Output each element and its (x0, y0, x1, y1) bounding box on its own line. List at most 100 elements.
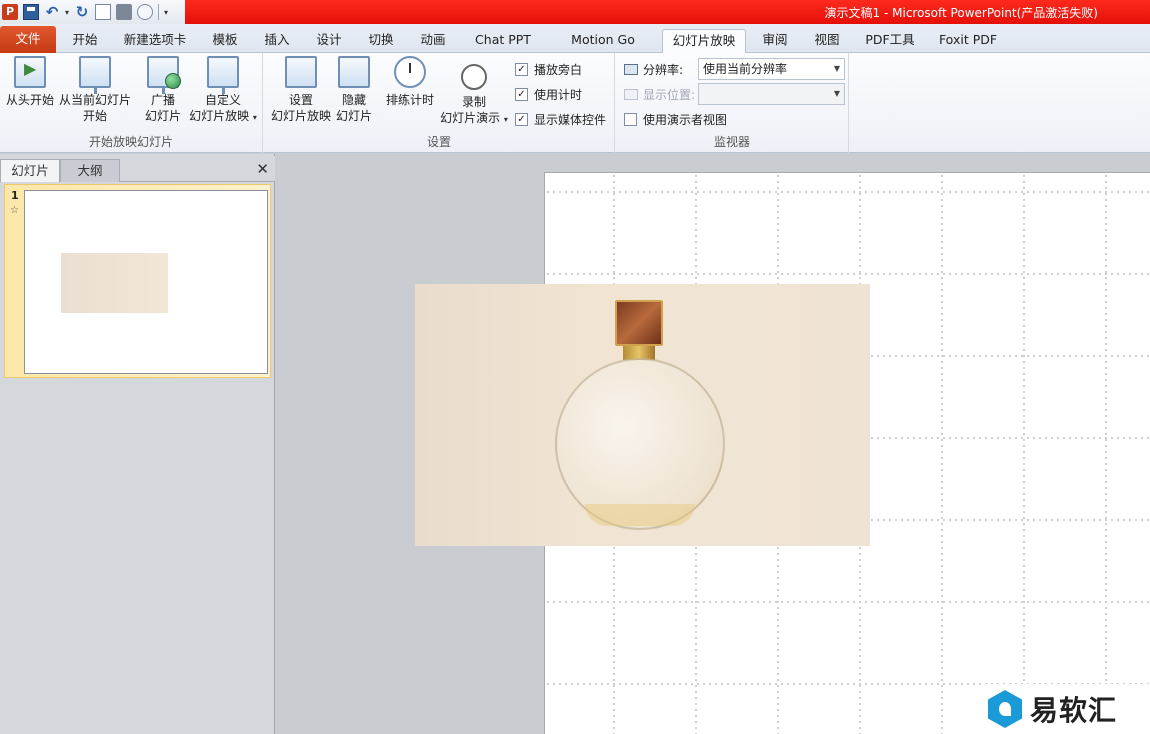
play-narrations-label: 播放旁白 (534, 63, 583, 77)
close-icon[interactable]: ✕ (256, 160, 269, 178)
group-start-slideshow: 从头开始 从当前幻灯片 开始 广播 幻灯片 自定义 幻灯片放映 ▾ 开始放映幻灯… (0, 53, 263, 153)
tab-slideshow[interactable]: 幻灯片放映 (662, 29, 746, 54)
from-beginning-label: 从头开始 (5, 93, 54, 107)
record-dropdown-icon[interactable]: ▾ (504, 115, 508, 124)
tab-home[interactable]: 开始 (70, 29, 100, 53)
tab-templates[interactable]: 模板 (210, 29, 240, 53)
setup-slideshow-button[interactable]: 设置 幻灯片放映 (268, 56, 334, 124)
tab-outline[interactable]: 大纲 (60, 159, 120, 182)
presenter-view-label: 使用演示者视图 (643, 113, 728, 127)
hide-label-1: 隐藏 (341, 93, 366, 107)
checkbox-checked[interactable]: ✓ (515, 113, 528, 126)
tab-file[interactable]: 文件 (0, 26, 56, 53)
custom-label-1: 自定义 (204, 93, 241, 107)
show-media-controls-checkbox[interactable]: ✓ 显示媒体控件 (515, 111, 606, 128)
custom-slideshow-button[interactable]: 自定义 幻灯片放映 ▾ (186, 56, 260, 126)
animation-star-icon: ☆ (10, 205, 19, 216)
title-bar: P ↶ ▾ ↻ ▾ 演示文稿1 - Microsoft PowerPoint(产… (0, 0, 1150, 24)
from-beginning-button[interactable]: 从头开始 (4, 56, 56, 108)
record-label-2: 幻灯片演示 ▾ (438, 110, 510, 128)
hide-label-2: 幻灯片 (335, 109, 372, 123)
slide-thumbnail[interactable] (24, 190, 268, 374)
powerpoint-app-icon[interactable]: P (2, 4, 18, 20)
watermark-text: 易软汇 (1030, 694, 1118, 727)
bottle-liquid (585, 504, 695, 526)
globe-icon (165, 73, 181, 89)
tab-review[interactable]: 审阅 (760, 29, 790, 53)
from-current-label-2: 开始 (82, 109, 107, 123)
resolution-icon (624, 64, 638, 75)
tab-foxit-pdf[interactable]: Foxit PDF (938, 29, 998, 53)
print-icon[interactable] (116, 4, 133, 20)
custom-dropdown-icon[interactable]: ▾ (253, 113, 257, 122)
display-position-select[interactable]: ▼ (698, 83, 845, 105)
show-media-controls-label: 显示媒体控件 (534, 113, 607, 127)
redo-icon[interactable]: ↻ (74, 4, 90, 20)
slide-thumbnail-item[interactable]: 1 ☆ (4, 184, 271, 378)
slide-number: 1 (11, 189, 19, 202)
checkbox-checked[interactable]: ✓ (515, 88, 528, 101)
rehearse-timings-button[interactable]: 排练计时 (384, 56, 436, 108)
save-icon[interactable] (23, 4, 39, 20)
chevron-down-icon[interactable]: ▼ (834, 59, 840, 79)
presenter-view-checkbox[interactable]: 使用演示者视图 (624, 111, 727, 128)
use-timings-checkbox[interactable]: ✓ 使用计时 (515, 86, 582, 103)
ribbon: 从头开始 从当前幻灯片 开始 广播 幻灯片 自定义 幻灯片放映 ▾ 开始放映幻灯… (0, 53, 1150, 153)
title-bar-highlight: 演示文稿1 - Microsoft PowerPoint(产品激活失败) (185, 0, 1150, 24)
tab-new-tab[interactable]: 新建选项卡 (122, 29, 188, 53)
qat-separator (158, 4, 160, 20)
customize-qat-icon[interactable]: ▾ (164, 8, 168, 17)
tab-chat-ppt[interactable]: Chat PPT (474, 29, 532, 53)
new-document-icon[interactable] (95, 4, 112, 20)
hide-slide-button[interactable]: 隐藏 幻灯片 (334, 56, 374, 124)
tab-design[interactable]: 设计 (314, 29, 344, 53)
custom-label-2: 幻灯片放映 ▾ (186, 108, 260, 126)
print-preview-icon[interactable] (137, 4, 154, 20)
broadcast-icon (147, 56, 181, 94)
ribbon-tabs: 文件 开始 新建选项卡 模板 插入 设计 切换 动画 Chat PPT Moti… (0, 24, 1150, 54)
current-slide-icon (79, 56, 111, 94)
tab-transitions[interactable]: 切换 (366, 29, 396, 53)
from-current-button[interactable]: 从当前幻灯片 开始 (58, 56, 132, 124)
checkbox-unchecked[interactable] (624, 113, 637, 126)
checkbox-checked[interactable]: ✓ (515, 63, 528, 76)
record-label-2-text: 幻灯片演示 (440, 111, 501, 125)
thumbnail-perfume-image (61, 253, 168, 313)
undo-dropdown-icon[interactable]: ▾ (65, 8, 69, 17)
display-position-label: 显示位置: (643, 88, 696, 102)
broadcast-label-1: 广播 (150, 93, 175, 107)
stopwatch-icon (461, 64, 487, 90)
resolution-select[interactable]: 使用当前分辨率 ▼ (698, 58, 845, 80)
play-narrations-checkbox[interactable]: ✓ 播放旁白 (515, 61, 582, 78)
group-setup-label: 设置 (426, 135, 451, 149)
display-position-icon (624, 89, 638, 100)
resolution-row: 分辨率: (624, 61, 683, 78)
rehearse-label: 排练计时 (385, 93, 434, 107)
setup-label-2: 幻灯片放映 (270, 109, 331, 123)
from-current-label-1: 从当前幻灯片 (58, 93, 131, 107)
record-slideshow-button[interactable]: 录制 幻灯片演示 ▾ (438, 61, 510, 128)
hide-slide-icon (338, 56, 370, 88)
brand-logo-icon (988, 690, 1022, 728)
play-from-start-icon (14, 56, 46, 88)
perfume-bottle-image[interactable] (415, 284, 870, 546)
tab-motion-go[interactable]: Motion Go (568, 29, 638, 53)
tab-view[interactable]: 视图 (812, 29, 842, 53)
slides-panel: 幻灯片 大纲 ✕ 1 ☆ (0, 154, 275, 734)
resolution-value: 使用当前分辨率 (703, 62, 788, 76)
clock-icon (394, 56, 426, 88)
custom-label-2-text: 幻灯片放映 (189, 109, 250, 123)
broadcast-button[interactable]: 广播 幻灯片 (142, 56, 184, 124)
tab-slides[interactable]: 幻灯片 (0, 159, 60, 182)
custom-slideshow-icon (207, 56, 239, 94)
undo-icon[interactable]: ↶ (44, 4, 60, 20)
display-position-row: 显示位置: (624, 86, 695, 103)
watermark: 易软汇 (982, 684, 1150, 734)
quick-access-toolbar: P ↶ ▾ ↻ ▾ (2, 2, 168, 22)
record-label-1: 录制 (461, 95, 486, 109)
use-timings-label: 使用计时 (534, 88, 583, 102)
tab-animations[interactable]: 动画 (418, 29, 448, 53)
tab-pdf-tools[interactable]: PDF工具 (864, 29, 916, 53)
tab-insert[interactable]: 插入 (262, 29, 292, 53)
chevron-down-icon[interactable]: ▼ (834, 84, 840, 104)
